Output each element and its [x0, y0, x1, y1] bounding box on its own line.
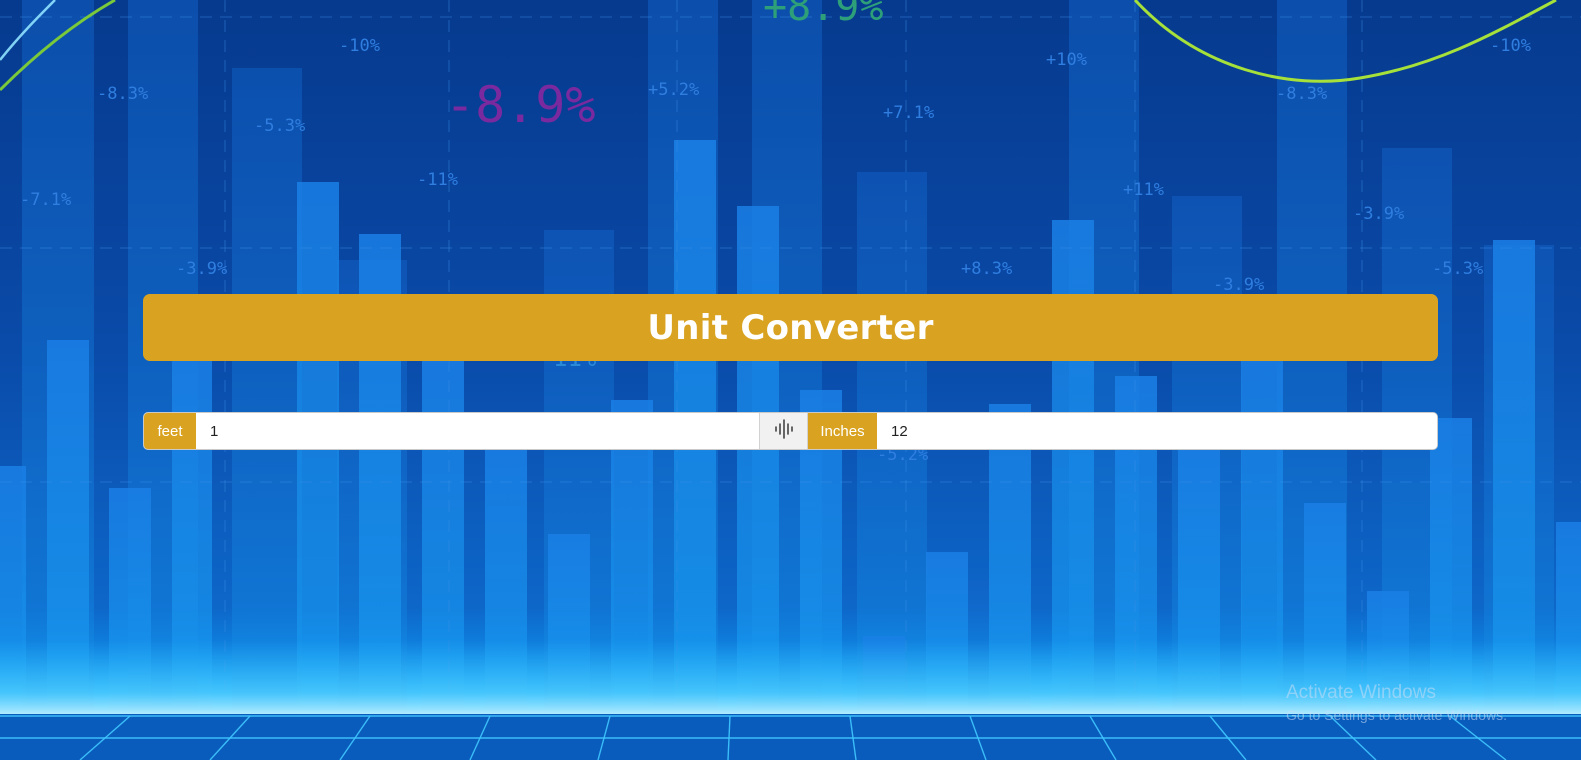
- watermark-title: Activate Windows: [1286, 682, 1436, 703]
- windows-activation-watermark: Activate Windows Go to Settings to activ…: [1286, 682, 1507, 723]
- app-background: -10% -8.3% -5.3% -7.1% -11% -3.9% -8.9% +5.2% +7…: [0, 0, 1581, 760]
- background-percent-label: -11%: [417, 170, 458, 190]
- converter-input-group: feet Inches: [143, 412, 1438, 450]
- background-percent-label: -5.3%: [1432, 259, 1484, 279]
- background-percent-label: +11%: [1123, 180, 1164, 200]
- background-percent-label: +5.2%: [648, 80, 700, 100]
- from-unit-label[interactable]: feet: [144, 413, 196, 449]
- watermark-subtitle: Go to Settings to activate Windows.: [1286, 707, 1507, 723]
- to-unit-label[interactable]: Inches: [808, 413, 877, 449]
- background-percent-label: +10%: [1046, 50, 1087, 70]
- swap-units-button[interactable]: [759, 413, 808, 449]
- sound-wave-icon: [774, 419, 794, 443]
- background-percent-label: +8.9%: [763, 0, 884, 30]
- to-value-input[interactable]: [877, 413, 1437, 449]
- background-percent-label: -8.9%: [445, 76, 596, 134]
- background-percent-label: -5.3%: [254, 116, 306, 136]
- from-value-input[interactable]: [196, 413, 759, 449]
- background-percent-label: -3.9%: [1213, 275, 1265, 295]
- background-percent-label: -10%: [1490, 36, 1531, 56]
- background-percent-label: -8.3%: [97, 84, 149, 104]
- background-percent-label: -10%: [339, 36, 380, 56]
- background-percent-label: -7.1%: [20, 190, 72, 210]
- background-percent-labels: -10% -8.3% -5.3% -7.1% -11% -3.9% -8.9% +5.2% +7…: [0, 0, 1581, 760]
- background-percent-label: -3.9%: [1353, 204, 1405, 224]
- background-percent-label: +8.3%: [961, 259, 1013, 279]
- background-percent-label: +7.1%: [883, 103, 935, 123]
- background-percent-label: -8.3%: [1276, 84, 1328, 104]
- title-bar: Unit Converter: [143, 294, 1438, 361]
- page-title: Unit Converter: [647, 307, 934, 348]
- background-percent-label: -3.9%: [176, 259, 228, 279]
